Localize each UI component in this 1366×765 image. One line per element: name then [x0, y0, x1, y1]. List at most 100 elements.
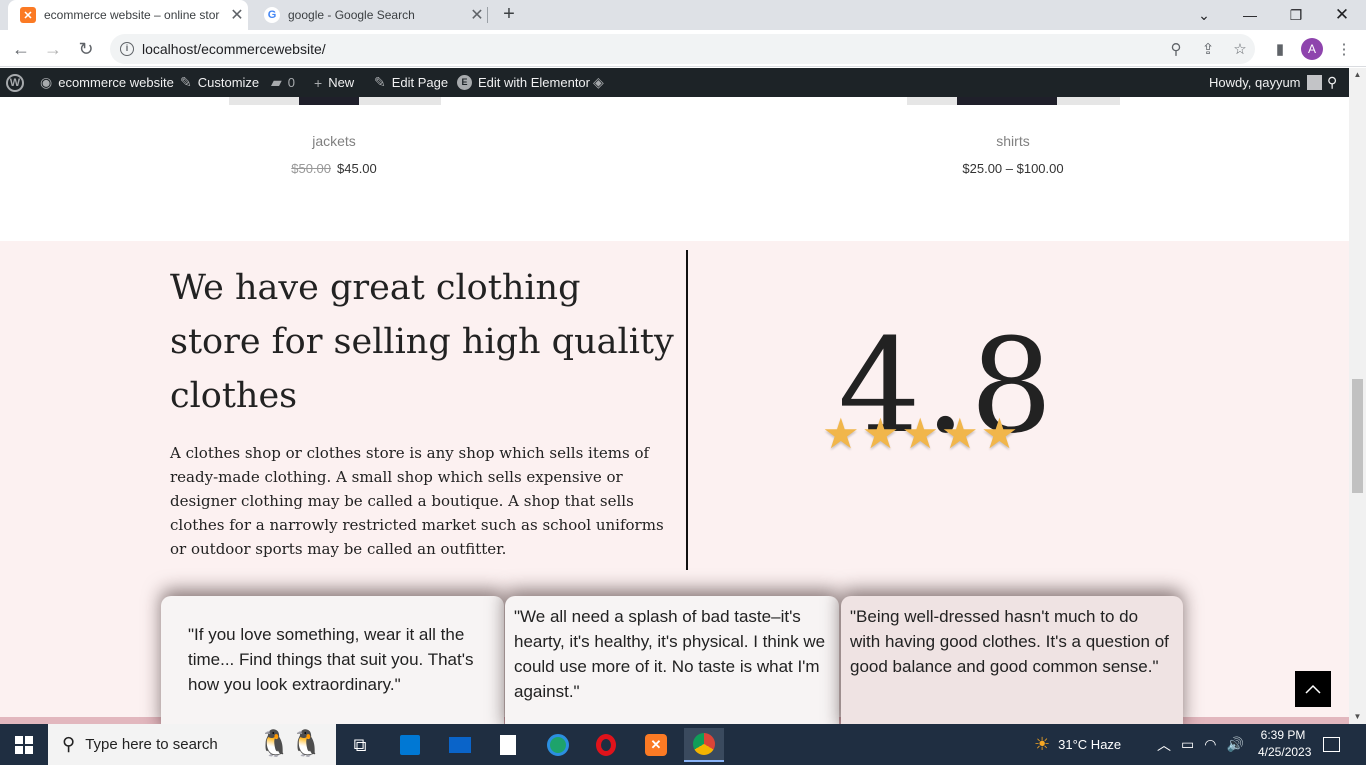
about-text: A clothes shop or clothes store is any s… [170, 444, 664, 558]
battery-icon[interactable]: ▭ [1181, 736, 1194, 753]
search-icon[interactable]: ⚲ [1327, 68, 1337, 97]
comments-link[interactable]: ▰ 0 [271, 68, 295, 97]
close-tab-icon[interactable]: ✕ [226, 5, 248, 25]
clock-date: 4/25/2023 [1258, 745, 1312, 759]
star-icon: ★ [861, 410, 900, 457]
google-icon: G [264, 7, 280, 23]
close-tab-icon[interactable]: ✕ [466, 5, 488, 25]
page-scrollbar[interactable]: ▲ ▼ [1349, 68, 1366, 724]
product-image[interactable] [907, 97, 1120, 105]
windows-logo-icon [15, 735, 33, 754]
wifi-icon[interactable]: ◠ [1204, 736, 1216, 753]
product-name[interactable]: shirts [913, 133, 1113, 149]
file-icon[interactable] [488, 728, 528, 762]
testimonial-text: "Being well-dressed hasn't much to do wi… [850, 607, 1169, 676]
old-price: $50.00 [291, 161, 331, 176]
about-heading: We have great clothing store for selling… [170, 268, 674, 416]
pencil-icon: ✎ [374, 74, 386, 90]
system-tray: ︿ ▭ ◠ 🔊 [1157, 724, 1244, 765]
address-bar[interactable]: i localhost/ecommercewebsite/ [110, 34, 1255, 64]
dashboard-icon: ◉ [40, 74, 53, 90]
windows-taskbar: ⚲ Type here to search 🐧🐧 ⧉ ✕ ☀ 31°C Haze… [0, 724, 1366, 765]
wp-admin-bar: W ◉ ecommerce website ✎ Customize ▰ 0 + … [0, 68, 1349, 97]
taskbar-search[interactable]: ⚲ Type here to search 🐧🐧 [48, 724, 336, 765]
tab-title: ecommerce website – online stor [44, 8, 220, 22]
edit-page-link[interactable]: ✎ Edit Page [374, 68, 448, 97]
restore-button[interactable]: ❐ [1273, 0, 1319, 30]
chrome-icon[interactable] [684, 728, 724, 762]
sale-price: $45.00 [337, 161, 377, 176]
page-content: jackets $50.00 $45.00 shirts $25.00 – $10… [0, 97, 1349, 724]
product-price: $50.00 $45.00 [234, 161, 434, 176]
elementor-icon: E [457, 75, 472, 90]
testimonial-card: "We all need a splash of bad taste–it's … [505, 596, 839, 724]
diamond-icon[interactable]: ◈ [593, 68, 604, 97]
tab-ecommerce[interactable]: ✕ ecommerce website – online stor ✕ [8, 0, 248, 30]
start-button[interactable] [0, 724, 48, 765]
plus-icon: + [314, 74, 323, 91]
product-name[interactable]: jackets [234, 133, 434, 149]
new-label: New [328, 75, 355, 90]
star-icon: ★ [822, 410, 860, 457]
tab-divider [487, 7, 488, 23]
url-text: localhost/ecommercewebsite/ [142, 41, 326, 57]
chevron-up-icon[interactable]: ︿ [1157, 735, 1171, 755]
clock-time: 6:39 PM [1260, 728, 1306, 742]
customize-label: Customize [197, 75, 260, 90]
chevron-up-icon [1305, 684, 1321, 694]
scroll-to-top-button[interactable] [1295, 671, 1331, 707]
product-price: $25.00 – $100.00 [962, 161, 1064, 176]
elementor-label: Edit with Elementor [478, 75, 590, 90]
elementor-link[interactable]: E Edit with Elementor [457, 68, 590, 97]
notifications-icon[interactable] [1323, 724, 1340, 765]
reload-button[interactable]: ↻ [73, 36, 99, 62]
user-avatar-icon [1306, 75, 1322, 90]
site-info-icon[interactable]: i [120, 42, 134, 56]
share-icon[interactable]: ⇪ [1198, 39, 1218, 59]
tab-google[interactable]: G google - Google Search ✕ [252, 0, 488, 30]
product-image[interactable] [229, 97, 441, 105]
search-placeholder: Type here to search [85, 736, 218, 753]
mail-icon[interactable] [440, 728, 480, 762]
profile-avatar[interactable]: A [1301, 38, 1323, 60]
xampp-icon[interactable]: ✕ [636, 728, 676, 762]
star-icon: ★ [940, 410, 979, 457]
star-icon: ★ [980, 410, 1019, 457]
wordpress-logo-icon[interactable]: W [6, 68, 24, 97]
xampp-icon: ✕ [20, 7, 36, 23]
scroll-down-arrow-icon[interactable]: ▼ [1349, 710, 1366, 724]
tab-search-button[interactable]: ⌄ [1181, 0, 1227, 30]
scroll-up-arrow-icon[interactable]: ▲ [1349, 68, 1366, 82]
site-name-link[interactable]: ◉ ecommerce website [40, 68, 174, 97]
new-content-link[interactable]: + New [314, 68, 354, 97]
new-tab-button[interactable]: + [498, 3, 520, 25]
weather-text: 31°C Haze [1058, 737, 1122, 752]
clock[interactable]: 6:39 PM 4/25/2023 [1258, 727, 1312, 761]
edge-icon[interactable] [538, 728, 578, 762]
back-button[interactable]: ← [8, 36, 34, 62]
zoom-icon[interactable]: ⚲ [1166, 39, 1186, 59]
howdy-label: Howdy, qayyum [1209, 75, 1301, 90]
close-window-button[interactable]: ✕ [1319, 0, 1365, 30]
site-name-label: ecommerce website [58, 75, 174, 90]
opera-icon[interactable] [586, 728, 626, 762]
tab-title: google - Google Search [288, 8, 415, 22]
browser-toolbar: ← → ↻ i localhost/ecommercewebsite/ ⚲ ⇪ … [0, 30, 1366, 67]
task-view-icon[interactable]: ⧉ [340, 728, 380, 762]
side-panel-icon[interactable]: ▮ [1270, 39, 1290, 59]
volume-icon[interactable]: 🔊 [1226, 736, 1243, 753]
customize-link[interactable]: ✎ Customize [180, 68, 259, 97]
forward-button[interactable]: → [40, 36, 66, 62]
weather-widget[interactable]: ☀ 31°C Haze [1034, 724, 1121, 765]
testimonial-text: "We all need a splash of bad taste–it's … [514, 607, 826, 701]
scrollbar-thumb[interactable] [1352, 379, 1363, 493]
account-menu[interactable]: Howdy, qayyum [1209, 68, 1322, 97]
star-icon: ★ [901, 410, 939, 457]
store-icon[interactable] [390, 728, 430, 762]
menu-icon[interactable]: ⋮ [1334, 39, 1354, 59]
bookmark-star-icon[interactable]: ☆ [1230, 39, 1250, 59]
rating-stars: ★ ★ ★ ★ ★ [822, 413, 1018, 455]
minimize-button[interactable]: — [1227, 0, 1273, 30]
search-icon: ⚲ [62, 734, 76, 754]
edit-page-label: Edit Page [391, 75, 449, 90]
